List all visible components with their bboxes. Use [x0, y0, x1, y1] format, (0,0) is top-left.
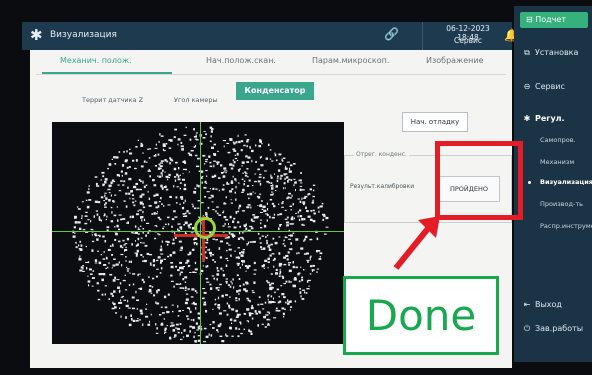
- arrow-icon: [393, 216, 440, 270]
- sidebar-item-install[interactable]: ⧉ Установка: [522, 48, 578, 58]
- done-label: Done: [343, 276, 499, 355]
- sidebar-subitem-tool-distribution[interactable]: Распр.инструмент.: [540, 222, 592, 230]
- power-icon: ⏻: [523, 324, 531, 333]
- service-icon: ⊖: [523, 82, 531, 91]
- topbar-divider: [422, 22, 423, 50]
- tab-image[interactable]: Изображение: [426, 56, 484, 65]
- right-sidebar: ⊟ Подчет ⧉ Установка ⊖ Сервис ✱ Регул. Само…: [514, 6, 592, 362]
- sidebar-item-service[interactable]: ⊖ Сервис: [522, 82, 565, 91]
- target-ring: [194, 217, 216, 239]
- subtab-condenser[interactable]: Конденсатор: [236, 82, 314, 100]
- tab-scan-start[interactable]: Нач.полож.скан.: [206, 56, 276, 65]
- report-icon: ⊟: [526, 15, 536, 24]
- report-button[interactable]: ⊟ Подчет: [520, 12, 588, 28]
- calibration-result-label: Результ.калибровки: [350, 183, 415, 190]
- tab-divider: [36, 74, 506, 75]
- sidebar-item-adjust[interactable]: ✱ Регул.: [522, 114, 565, 123]
- star-icon: ✱: [30, 26, 43, 44]
- sidebar-subitem-performance[interactable]: Производ-ть: [540, 200, 583, 208]
- subtab-sensor-height[interactable]: Террит датчика Z: [82, 96, 143, 104]
- tab-mechanical-position[interactable]: Механич. полож.: [60, 56, 132, 65]
- sidebar-subitem-visualization[interactable]: Визуализация: [540, 178, 592, 186]
- link-icon[interactable]: 🔗: [384, 27, 399, 41]
- tab-microscope-params[interactable]: Парам.микроскоп.: [312, 56, 389, 65]
- user-role: Сервис: [453, 36, 483, 45]
- sidebar-subitem-mechanism[interactable]: Механизм: [540, 158, 574, 166]
- install-icon: ⧉: [524, 48, 530, 57]
- exit-icon: ⇤: [523, 300, 531, 309]
- sidebar-subitem-selftest[interactable]: Самопров.: [540, 136, 576, 144]
- condenser-image-view[interactable]: [52, 122, 344, 344]
- active-bullet: [528, 181, 531, 184]
- sidebar-shutdown[interactable]: ⏻ Зав.работы: [522, 324, 583, 334]
- subtab-camera-angle[interactable]: Угол камеры: [174, 96, 218, 104]
- sidebar-exit[interactable]: ⇤ Выход: [522, 300, 562, 309]
- window-title: Визуализация: [50, 30, 117, 40]
- start-debug-button[interactable]: Нач. отладку: [402, 112, 468, 132]
- adjust-icon: ✱: [523, 114, 531, 123]
- highlight-box: [435, 141, 523, 220]
- top-bar: ✱ Визуализация 🔗 06-12-2023 18:48 Сервис…: [22, 22, 524, 50]
- group-legend: Отрег. конденс.: [354, 151, 409, 158]
